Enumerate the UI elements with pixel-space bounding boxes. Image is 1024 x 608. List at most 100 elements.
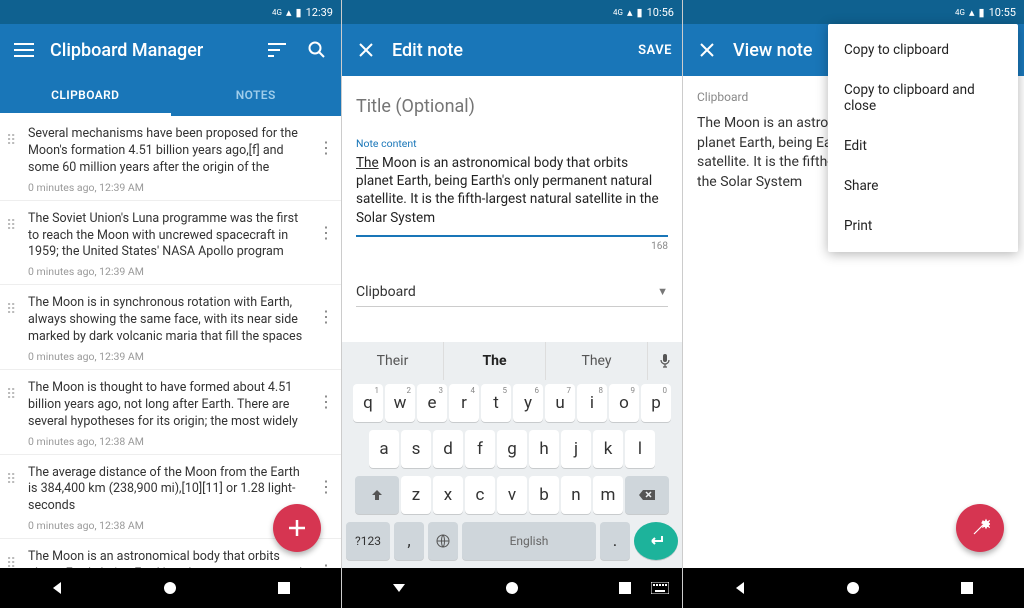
close-icon[interactable]: [352, 36, 380, 64]
more-icon[interactable]: ⋮: [317, 295, 335, 326]
nav-home-icon[interactable]: [498, 574, 526, 602]
key-symbols[interactable]: ?123: [346, 522, 390, 560]
nav-recent-icon[interactable]: [953, 574, 981, 602]
key-w[interactable]: w2: [385, 384, 415, 422]
key-k[interactable]: k: [593, 430, 623, 468]
hamburger-icon[interactable]: [10, 36, 38, 64]
key-p[interactable]: p0: [641, 384, 671, 422]
drag-handle-icon[interactable]: ⠿: [6, 465, 22, 487]
more-icon[interactable]: ⋮: [317, 211, 335, 242]
key-d[interactable]: d: [433, 430, 463, 468]
suggestion-1[interactable]: Their: [342, 342, 444, 380]
close-icon[interactable]: [693, 36, 721, 64]
key-v[interactable]: v: [497, 476, 527, 514]
key-period[interactable]: .: [600, 522, 630, 560]
item-text: The Moon is in synchronous rotation with…: [28, 295, 311, 346]
key-s[interactable]: s: [401, 430, 431, 468]
status-time: 12:39: [306, 6, 333, 19]
tab-clipboard[interactable]: CLIPBOARD: [0, 76, 171, 116]
key-shift[interactable]: [355, 476, 399, 514]
key-x[interactable]: x: [433, 476, 463, 514]
menu-edit[interactable]: Edit: [828, 126, 1018, 166]
key-z[interactable]: z: [401, 476, 431, 514]
fab-magic[interactable]: [956, 504, 1004, 552]
key-t[interactable]: t5: [481, 384, 511, 422]
clip-list[interactable]: ⠿ Several mechanisms have been proposed f…: [0, 116, 341, 568]
key-l[interactable]: l: [625, 430, 655, 468]
drag-handle-icon[interactable]: ⠿: [6, 295, 22, 317]
nav-home-icon[interactable]: [839, 574, 867, 602]
nav-back-icon[interactable]: [43, 574, 71, 602]
more-icon[interactable]: ⋮: [317, 380, 335, 411]
chevron-down-icon: ▼: [657, 285, 668, 298]
key-u[interactable]: u7: [545, 384, 575, 422]
note-content-input[interactable]: The Moon is an astronomical body that or…: [356, 150, 668, 237]
list-item[interactable]: ⠿The Soviet Union's Luna programme was t…: [0, 201, 341, 286]
title-input[interactable]: [356, 90, 668, 123]
menu-copy[interactable]: Copy to clipboard: [828, 30, 1018, 70]
signal-4g-icon: 4G: [955, 8, 965, 17]
list-item[interactable]: ⠿The Moon is thought to have formed abou…: [0, 370, 341, 455]
key-g[interactable]: g: [497, 430, 527, 468]
fab-add[interactable]: [273, 504, 321, 552]
app-title: Clipboard Manager: [50, 40, 251, 61]
status-time: 10:55: [989, 6, 1016, 19]
drag-handle-icon[interactable]: ⠿: [6, 549, 22, 568]
key-a[interactable]: a: [369, 430, 399, 468]
nav-recent-icon[interactable]: [611, 574, 639, 602]
more-icon[interactable]: ⋮: [317, 126, 335, 157]
key-space[interactable]: English: [462, 522, 596, 560]
item-meta: 0 minutes ago, 12:39 AM: [28, 350, 311, 363]
content-label: Note content: [356, 137, 668, 150]
key-f[interactable]: f: [465, 430, 495, 468]
key-enter[interactable]: [634, 522, 678, 560]
suggestion-2[interactable]: The: [444, 342, 546, 380]
status-bar: 4G ▴ ▮ 12:39: [0, 0, 341, 24]
key-r[interactable]: r4: [449, 384, 479, 422]
nav-back-icon[interactable]: [726, 574, 754, 602]
key-o[interactable]: o9: [609, 384, 639, 422]
key-m[interactable]: m: [593, 476, 623, 514]
key-y[interactable]: y6: [513, 384, 543, 422]
category-dropdown[interactable]: Clipboard ▼: [356, 278, 668, 307]
mic-icon[interactable]: [648, 342, 682, 380]
key-comma[interactable]: ,: [394, 522, 424, 560]
soft-keyboard: Their The They q1w2e3r4t5y6u7i8o9p0 asdf…: [342, 342, 682, 568]
drag-handle-icon[interactable]: ⠿: [6, 380, 22, 402]
suggestion-3[interactable]: They: [546, 342, 648, 380]
key-c[interactable]: c: [465, 476, 495, 514]
key-backspace[interactable]: [625, 476, 669, 514]
key-n[interactable]: n: [561, 476, 591, 514]
key-b[interactable]: b: [529, 476, 559, 514]
save-button[interactable]: SAVE: [638, 43, 672, 58]
menu-share[interactable]: Share: [828, 166, 1018, 206]
key-h[interactable]: h: [529, 430, 559, 468]
nav-home-icon[interactable]: [156, 574, 184, 602]
drag-handle-icon[interactable]: ⠿: [6, 211, 22, 233]
nav-recent-icon[interactable]: [270, 574, 298, 602]
list-item[interactable]: ⠿ The Moon is in synchronous rotation wit…: [0, 285, 341, 370]
item-meta: 0 minutes ago, 12:39 AM: [28, 265, 311, 278]
status-bar: 4G ▴ ▮ 10:56: [342, 0, 682, 24]
drag-handle-icon[interactable]: ⠿: [6, 126, 22, 148]
nav-bar: [342, 568, 682, 608]
menu-copy-close[interactable]: Copy to clipboard and close: [828, 70, 1018, 126]
key-globe[interactable]: [428, 522, 458, 560]
item-text: Several mechanisms have been proposed fo…: [28, 126, 311, 177]
more-icon[interactable]: ⋮: [317, 549, 335, 568]
key-e[interactable]: e3: [417, 384, 447, 422]
nav-back-icon[interactable]: [385, 574, 413, 602]
screen-title: Edit note: [392, 40, 626, 61]
search-icon[interactable]: [303, 36, 331, 64]
key-i[interactable]: i8: [577, 384, 607, 422]
key-q[interactable]: q1: [353, 384, 383, 422]
more-icon[interactable]: ⋮: [317, 465, 335, 496]
sort-icon[interactable]: [263, 36, 291, 64]
tab-notes[interactable]: NOTES: [171, 76, 342, 116]
list-item[interactable]: ⠿ Several mechanisms have been proposed f…: [0, 116, 341, 201]
key-j[interactable]: j: [561, 430, 591, 468]
menu-print[interactable]: Print: [828, 206, 1018, 246]
nav-keyboard-icon[interactable]: [646, 574, 674, 602]
app-bar: Clipboard Manager: [0, 24, 341, 76]
signal-icon: ▴: [286, 6, 292, 19]
